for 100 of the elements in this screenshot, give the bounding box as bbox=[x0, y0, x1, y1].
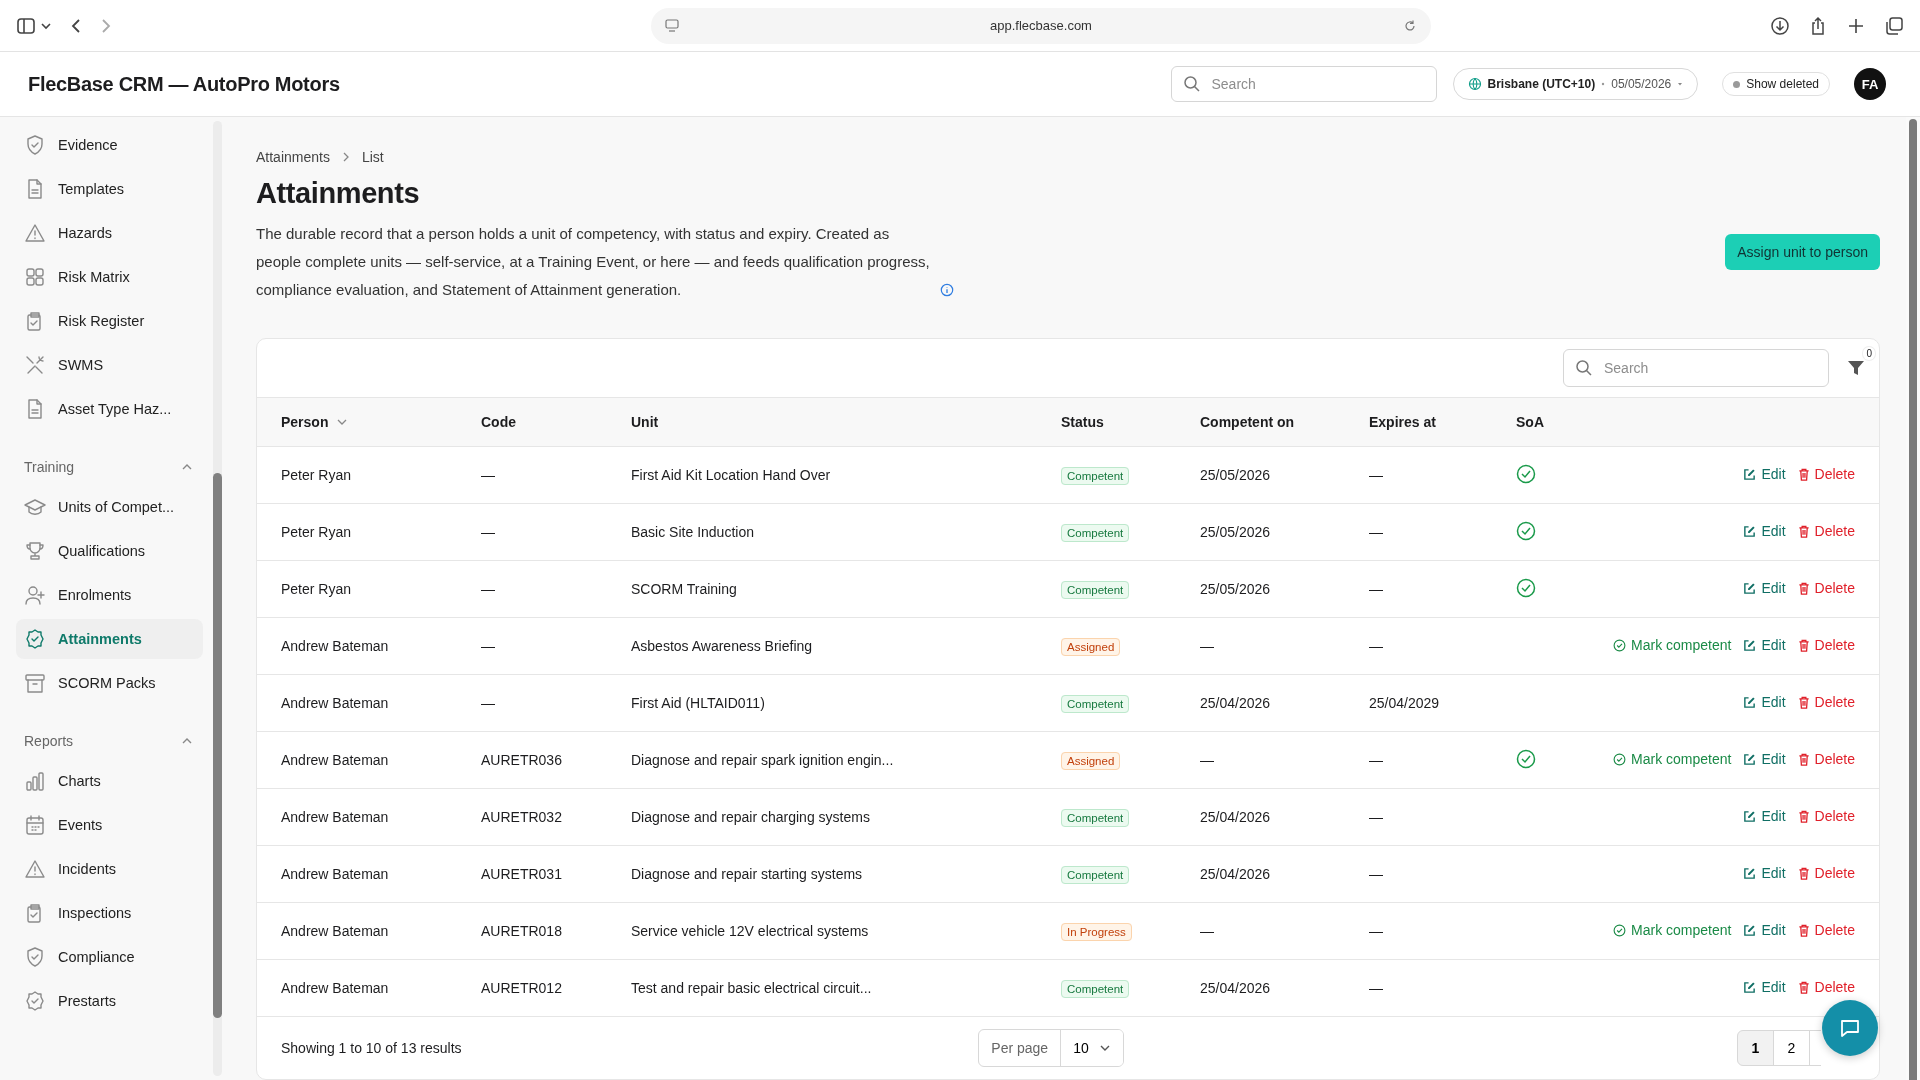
table-cell: — bbox=[1200, 923, 1214, 939]
globe-icon bbox=[1467, 77, 1482, 91]
edit-icon bbox=[1743, 809, 1757, 823]
table-cell: Asbestos Awareness Briefing bbox=[631, 638, 813, 654]
status-badge: In Progress bbox=[1061, 923, 1132, 941]
edit-icon bbox=[1743, 638, 1757, 652]
assign-unit-button[interactable]: Assign unit to person bbox=[1725, 233, 1880, 270]
delete-link[interactable]: Delete bbox=[1797, 694, 1855, 711]
table-cell: 25/04/2026 bbox=[1200, 866, 1271, 882]
sidebar-item[interactable]: Enrolments bbox=[16, 575, 203, 615]
sidebar-item[interactable]: Attainments bbox=[16, 619, 203, 659]
edit-link[interactable]: Edit bbox=[1743, 808, 1786, 825]
trash-icon bbox=[1797, 581, 1810, 595]
sidebar-item[interactable]: Inspections bbox=[16, 893, 203, 933]
page-button[interactable]: 1 bbox=[1737, 1030, 1774, 1066]
download-icon[interactable] bbox=[1770, 15, 1790, 36]
tabs-icon[interactable] bbox=[1884, 15, 1904, 36]
info-icon[interactable] bbox=[940, 283, 954, 297]
table-cell: 25/04/2026 bbox=[1200, 809, 1271, 825]
table-cell: AURETR032 bbox=[481, 809, 562, 825]
edit-link[interactable]: Edit bbox=[1743, 922, 1786, 939]
sidebar-item[interactable]: Asset Type Haz... bbox=[16, 389, 203, 429]
edit-icon bbox=[1743, 980, 1757, 994]
delete-link[interactable]: Delete bbox=[1797, 979, 1855, 996]
mark-competent-link[interactable]: Mark competent bbox=[1613, 922, 1732, 939]
edit-icon bbox=[1743, 866, 1757, 880]
scrollbar-thumb[interactable] bbox=[1909, 119, 1917, 1080]
app-title: FlecBase CRM — AutoPro Motors bbox=[28, 72, 340, 96]
shield-icon bbox=[24, 134, 46, 156]
sidebar-item[interactable]: Hazards bbox=[16, 213, 203, 253]
check-circle-icon bbox=[1613, 638, 1627, 652]
column-header: Code bbox=[481, 414, 516, 430]
filter-count: 0 bbox=[1863, 347, 1875, 360]
trash-icon bbox=[1797, 467, 1810, 481]
table-cell: — bbox=[1369, 581, 1383, 597]
delete-link[interactable]: Delete bbox=[1797, 865, 1855, 882]
check-badge-icon bbox=[24, 628, 46, 650]
column-header: Competent on bbox=[1200, 414, 1295, 430]
table-cell: Andrew Bateman bbox=[281, 923, 389, 939]
sidebar-item[interactable]: Incidents bbox=[16, 849, 203, 889]
delete-link[interactable]: Delete bbox=[1797, 523, 1855, 540]
warning-icon bbox=[24, 222, 46, 244]
address-bar[interactable]: app.flecbase.com bbox=[651, 7, 1431, 44]
edit-link[interactable]: Edit bbox=[1743, 751, 1786, 768]
sidebar-item[interactable]: Templates bbox=[16, 169, 203, 209]
delete-link[interactable]: Delete bbox=[1797, 637, 1855, 654]
sidebar-item[interactable]: Evidence bbox=[16, 125, 203, 165]
status-badge: Competent bbox=[1061, 467, 1130, 485]
show-deleted-toggle[interactable]: Show deleted bbox=[1722, 72, 1830, 96]
sidebar-item[interactable]: Charts bbox=[16, 761, 203, 801]
sidebar-section-header[interactable]: Training bbox=[24, 459, 75, 475]
scrollbar-thumb[interactable] bbox=[213, 473, 222, 1018]
edit-icon bbox=[1743, 581, 1757, 595]
sidebar-item[interactable]: Prestarts bbox=[16, 981, 203, 1021]
edit-link[interactable]: Edit bbox=[1743, 979, 1786, 996]
delete-link[interactable]: Delete bbox=[1797, 580, 1855, 597]
trash-icon bbox=[1797, 524, 1810, 538]
edit-link[interactable]: Edit bbox=[1743, 865, 1786, 882]
caret-icon bbox=[1677, 81, 1684, 87]
breadcrumb-link[interactable]: Attainments bbox=[256, 149, 330, 165]
filter-icon[interactable] bbox=[1847, 359, 1865, 377]
results-summary: Showing 1 to 10 of 13 results bbox=[281, 1040, 463, 1056]
column-header: Unit bbox=[631, 414, 659, 430]
sidebar-section-header[interactable]: Reports bbox=[24, 733, 74, 749]
table-cell: 25/05/2026 bbox=[1200, 524, 1271, 540]
sortable-column-header[interactable]: Person bbox=[281, 414, 329, 430]
sidebar-item[interactable]: Events bbox=[16, 805, 203, 845]
sidebar-item[interactable]: Risk Register bbox=[16, 301, 203, 341]
status-badge: Competent bbox=[1061, 980, 1130, 998]
table-cell: Andrew Bateman bbox=[281, 638, 389, 654]
mark-competent-link[interactable]: Mark competent bbox=[1613, 637, 1732, 654]
delete-link[interactable]: Delete bbox=[1797, 466, 1855, 483]
sidebar-item[interactable]: SWMS bbox=[16, 345, 203, 385]
reload-icon[interactable] bbox=[1403, 18, 1417, 33]
table-cell: Peter Ryan bbox=[281, 524, 352, 540]
edit-link[interactable]: Edit bbox=[1743, 694, 1786, 711]
search-field[interactable]: Search bbox=[1563, 349, 1829, 387]
delete-link[interactable]: Delete bbox=[1797, 751, 1855, 768]
delete-link[interactable]: Delete bbox=[1797, 808, 1855, 825]
edit-link[interactable]: Edit bbox=[1743, 523, 1786, 540]
warning-icon bbox=[24, 858, 46, 880]
table-cell: 25/04/2026 bbox=[1200, 980, 1271, 996]
sidebar-item[interactable]: Units of Compet... bbox=[16, 487, 203, 527]
edit-link[interactable]: Edit bbox=[1743, 466, 1786, 483]
table-cell: — bbox=[481, 467, 495, 483]
user-avatar[interactable]: FA bbox=[1854, 68, 1886, 100]
search-field[interactable]: Search bbox=[1170, 66, 1437, 102]
sidebar-item[interactable]: Risk Matrix bbox=[16, 257, 203, 297]
timezone-selector[interactable]: Brisbane (UTC+10) 05/05/2026 bbox=[1452, 68, 1699, 100]
delete-link[interactable]: Delete bbox=[1797, 922, 1855, 939]
edit-link[interactable]: Edit bbox=[1743, 580, 1786, 597]
sidebar-toggle-icon[interactable] bbox=[16, 15, 52, 36]
mark-competent-link[interactable]: Mark competent bbox=[1613, 751, 1732, 768]
table-cell: 25/05/2026 bbox=[1200, 581, 1271, 597]
sidebar-item[interactable]: Compliance bbox=[16, 937, 203, 977]
sidebar-item[interactable]: Qualifications bbox=[16, 531, 203, 571]
page-button[interactable]: 2 bbox=[1773, 1030, 1810, 1066]
sidebar-item[interactable]: SCORM Packs bbox=[16, 663, 203, 703]
edit-link[interactable]: Edit bbox=[1743, 637, 1786, 654]
table-cell: — bbox=[1369, 866, 1383, 882]
